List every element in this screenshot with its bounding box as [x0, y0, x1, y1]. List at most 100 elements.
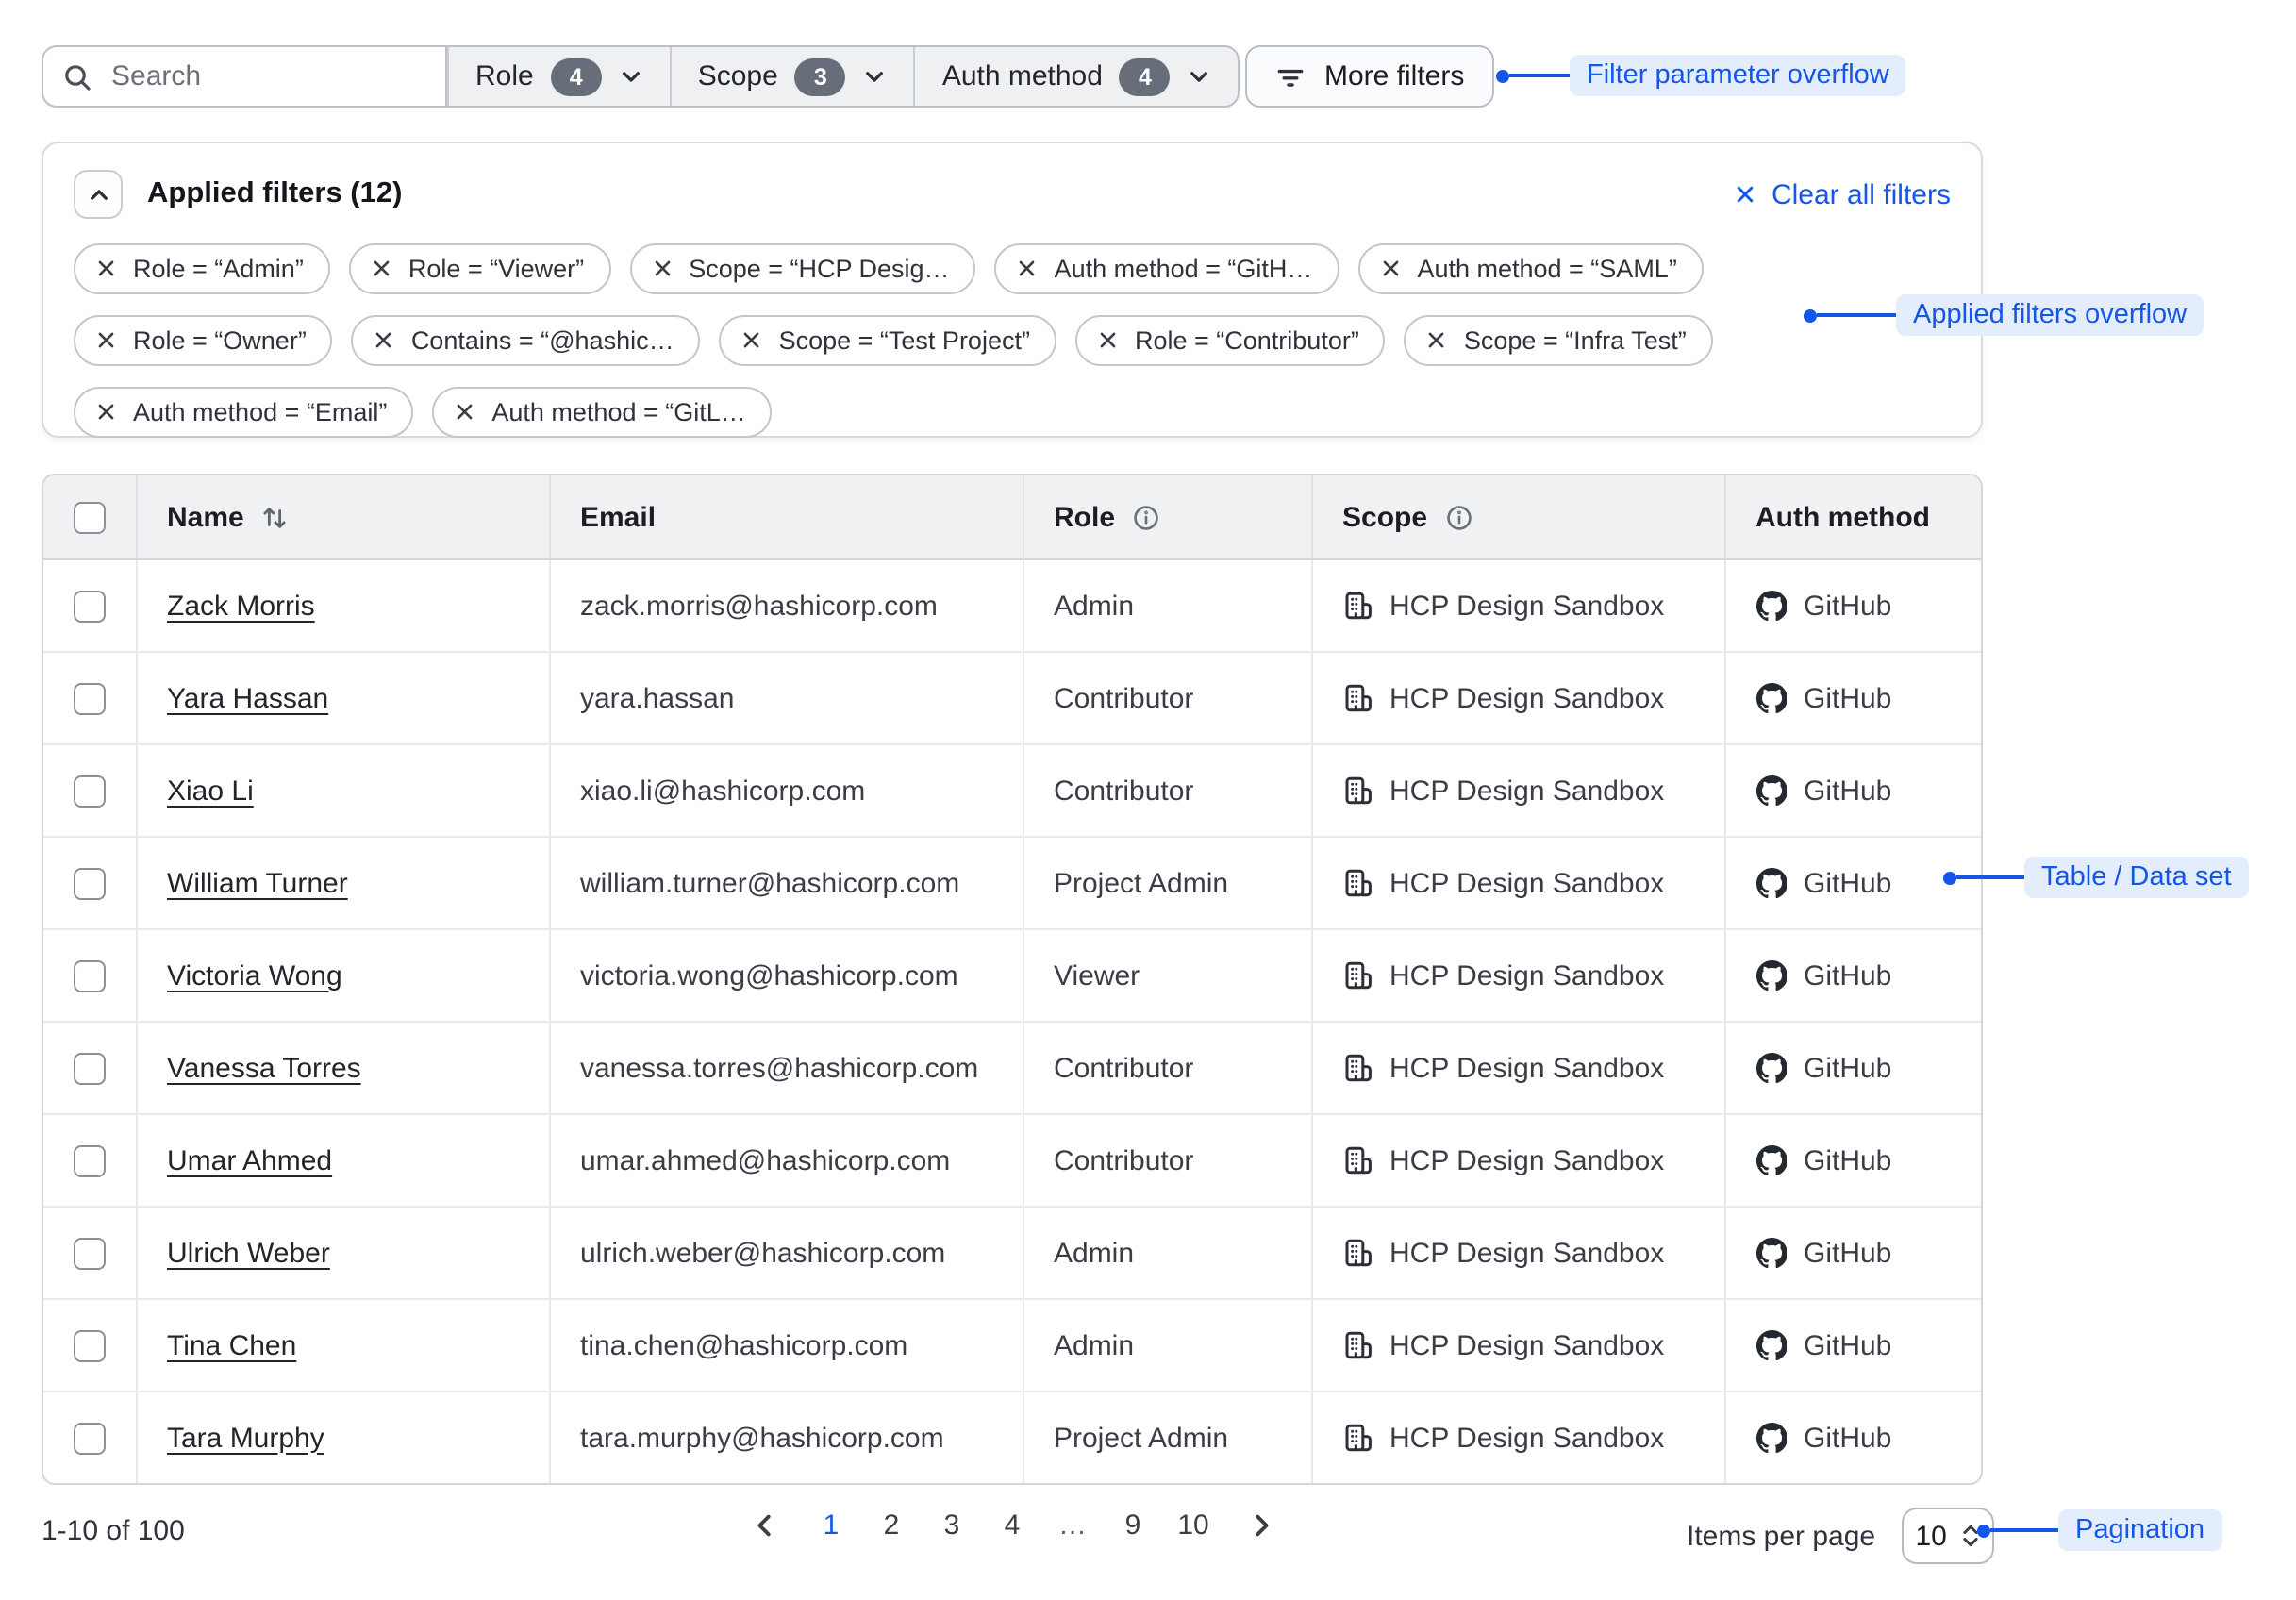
filter-dropdown-label: Auth method: [942, 60, 1103, 92]
annotation-label: Table / Data set: [2024, 857, 2249, 898]
row-checkbox[interactable]: [74, 1238, 106, 1270]
table-row: Vanessa Torresvanessa.torres@hashicorp.c…: [43, 1022, 1983, 1114]
user-email: william.turner@hashicorp.com: [580, 867, 959, 899]
pagination-ellipsis: …: [1042, 1506, 1103, 1542]
user-email: ulrich.weber@hashicorp.com: [580, 1237, 945, 1269]
next-page-button[interactable]: [1223, 1506, 1297, 1542]
applied-filters-title: Applied filters (12): [147, 177, 402, 211]
page-number-10[interactable]: 10: [1163, 1506, 1223, 1542]
github-icon: [1755, 683, 1787, 714]
user-auth-method: GitHub: [1804, 867, 1891, 899]
column-header-name[interactable]: Name: [136, 475, 549, 559]
clear-all-filters-link[interactable]: Clear all filters: [1734, 178, 1951, 210]
user-scope: HCP Design Sandbox: [1389, 1329, 1664, 1361]
remove-filter-icon[interactable]: [372, 259, 391, 279]
user-email: yara.hassan: [580, 682, 734, 714]
user-scope: HCP Design Sandbox: [1389, 682, 1664, 714]
applied-filter-chip: Auth method = “Email”: [74, 387, 413, 438]
column-header-email: Email: [549, 475, 1023, 559]
user-scope: HCP Design Sandbox: [1389, 1422, 1664, 1454]
filter-dropdown-scope[interactable]: Scope3: [670, 47, 914, 106]
page-number-4[interactable]: 4: [982, 1506, 1042, 1542]
user-role: Contributor: [1054, 1144, 1193, 1176]
github-icon: [1755, 1053, 1787, 1084]
user-name-link[interactable]: William Turner: [167, 867, 348, 899]
more-filters-button[interactable]: More filters: [1245, 45, 1494, 108]
user-auth-method: GitHub: [1804, 590, 1891, 622]
sort-icon[interactable]: [261, 503, 290, 531]
table-row: Yara Hassanyara.hassanContributorHCP Des…: [43, 652, 1983, 744]
user-name-link[interactable]: Zack Morris: [167, 590, 315, 622]
filter-chip-label: Auth method = “GitH…: [1055, 255, 1313, 283]
chevron-up-icon: [86, 182, 110, 207]
collapse-panel-button[interactable]: [74, 170, 123, 219]
user-email: victoria.wong@hashicorp.com: [580, 959, 958, 992]
filter-dropdown-label: Role: [475, 60, 534, 92]
page-number-3[interactable]: 3: [922, 1506, 982, 1542]
filter-chip-label: Scope = “Test Project”: [779, 326, 1030, 355]
row-checkbox[interactable]: [74, 1145, 106, 1177]
page-number-1[interactable]: 1: [801, 1506, 861, 1542]
remove-filter-icon[interactable]: [374, 331, 394, 351]
applied-filter-chip: Scope = “HCP Desig…: [629, 243, 975, 294]
filter-dropdown-auth-method[interactable]: Auth method4: [914, 47, 1239, 106]
annotation-line: [1817, 313, 1896, 317]
remove-filter-icon[interactable]: [1098, 331, 1118, 351]
remove-filter-icon[interactable]: [652, 259, 672, 279]
page-number-9[interactable]: 9: [1103, 1506, 1163, 1542]
filter-dropdown-group: Role4Scope3Auth method4: [445, 45, 1240, 108]
user-name-link[interactable]: Tara Murphy: [167, 1422, 324, 1454]
user-email: xiao.li@hashicorp.com: [580, 775, 865, 807]
annotation-dot: [1943, 871, 1956, 884]
previous-page-button[interactable]: [727, 1506, 801, 1542]
filter-chip-label: Scope = “Infra Test”: [1464, 326, 1687, 355]
remove-filter-icon[interactable]: [742, 331, 762, 351]
remove-filter-icon[interactable]: [1380, 259, 1400, 279]
row-checkbox[interactable]: [74, 775, 106, 808]
info-icon[interactable]: [1132, 503, 1160, 531]
search-input[interactable]: [42, 45, 445, 108]
search-field[interactable]: [108, 58, 426, 94]
annotation-line: [1990, 1528, 2058, 1532]
user-name-link[interactable]: Victoria Wong: [167, 959, 342, 992]
select-all-checkbox[interactable]: [74, 502, 106, 534]
remove-filter-icon[interactable]: [96, 331, 116, 351]
info-icon[interactable]: [1444, 503, 1472, 531]
remove-filter-icon[interactable]: [455, 403, 474, 423]
user-name-link[interactable]: Umar Ahmed: [167, 1144, 332, 1176]
github-icon: [1755, 868, 1787, 899]
user-role: Viewer: [1054, 959, 1140, 992]
filter-chip-label: Role = “Admin”: [133, 255, 304, 283]
user-scope: HCP Design Sandbox: [1389, 1052, 1664, 1084]
user-name-link[interactable]: Tina Chen: [167, 1329, 296, 1361]
filter-chip-label: Role = “Contributor”: [1135, 326, 1359, 355]
org-icon: [1342, 868, 1373, 898]
annotation-label: Filter parameter overflow: [1570, 55, 1906, 96]
remove-filter-icon[interactable]: [1427, 331, 1447, 351]
user-name-link[interactable]: Xiao Li: [167, 775, 254, 807]
row-checkbox[interactable]: [74, 591, 106, 623]
user-name-link[interactable]: Vanessa Torres: [167, 1052, 361, 1084]
applied-filters-panel: Applied filters (12) Clear all filters R…: [42, 142, 1983, 438]
user-auth-method: GitHub: [1804, 682, 1891, 714]
applied-filter-chip: Scope = “Test Project”: [720, 315, 1056, 366]
row-checkbox[interactable]: [74, 1330, 106, 1362]
page-number-2[interactable]: 2: [861, 1506, 922, 1542]
annotation-dot: [1804, 308, 1817, 322]
row-checkbox[interactable]: [74, 1053, 106, 1085]
remove-filter-icon[interactable]: [96, 259, 116, 279]
remove-filter-icon[interactable]: [1018, 259, 1038, 279]
row-checkbox[interactable]: [74, 868, 106, 900]
user-name-link[interactable]: Ulrich Weber: [167, 1237, 330, 1269]
row-checkbox[interactable]: [74, 960, 106, 992]
remove-filter-icon[interactable]: [96, 403, 116, 423]
row-checkbox[interactable]: [74, 1423, 106, 1455]
annotation-table-dataset: Table / Data set: [1943, 855, 2249, 900]
filter-dropdown-role[interactable]: Role4: [447, 47, 670, 106]
page: Role4Scope3Auth method4 More filters Fil…: [0, 0, 2296, 1600]
github-icon: [1755, 1145, 1787, 1176]
applied-filter-chip: Role = “Viewer”: [349, 243, 610, 294]
user-name-link[interactable]: Yara Hassan: [167, 682, 328, 714]
row-checkbox[interactable]: [74, 683, 106, 715]
table-row: William Turner william.turner@hashicorp.c…: [43, 837, 1983, 929]
